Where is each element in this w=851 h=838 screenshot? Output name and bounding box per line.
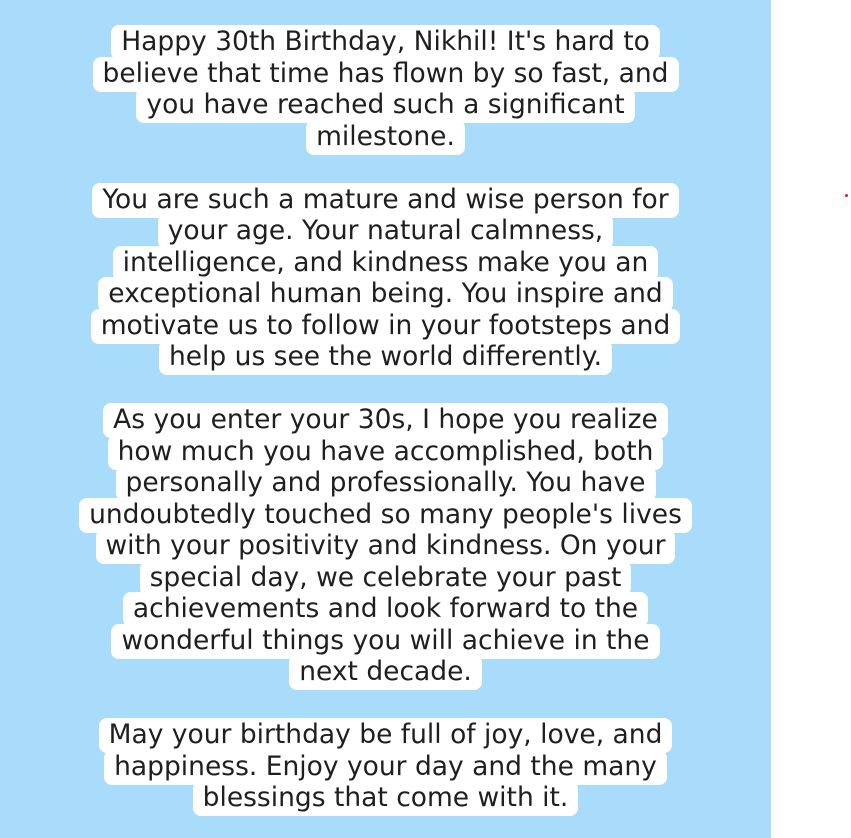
message-line: exceptional human being. You inspire and — [98, 277, 673, 312]
red-dot-marker — [845, 194, 848, 197]
message-line: personally and professionally. You have — [115, 466, 656, 501]
message-line: milestone. — [306, 119, 465, 155]
message-line: happiness. Enjoy your day and the many — [104, 749, 667, 785]
message-line: blessings that come with it. — [192, 781, 579, 816]
paragraph-qualities: You are such a mature and wise person fo… — [0, 182, 771, 375]
message-line: how much you have accomplished, both — [107, 434, 664, 470]
paragraph-wishes: May your birthday be full of joy, love, … — [0, 718, 771, 816]
message-line: Happy 30th Birthday, Nikhil! It's hard t… — [111, 25, 660, 60]
message-line: next decade. — [289, 655, 482, 690]
message-panel: Happy 30th Birthday, Nikhil! It's hard t… — [0, 0, 771, 838]
birthday-message: Happy 30th Birthday, Nikhil! It's hard t… — [0, 25, 771, 838]
message-line: You are such a mature and wise person fo… — [92, 182, 679, 218]
message-line: May your birthday be full of joy, love, … — [98, 718, 673, 753]
message-line: motivate us to follow in your footsteps … — [90, 308, 681, 344]
page: Happy 30th Birthday, Nikhil! It's hard t… — [0, 0, 851, 838]
paragraph-greeting: Happy 30th Birthday, Nikhil! It's hard t… — [0, 25, 771, 155]
message-line: special day, we celebrate your past — [139, 560, 632, 596]
message-line: As you enter your 30s, I hope you realiz… — [103, 403, 668, 438]
message-line: help us see the world differently. — [158, 340, 613, 375]
message-line: with your positivity and kindness. On yo… — [95, 529, 676, 564]
paragraph-accomplishments: As you enter your 30s, I hope you realiz… — [0, 403, 771, 690]
message-line: believe that time has flown by so fast, … — [92, 56, 679, 92]
message-line: undoubtedly touched so many people's liv… — [79, 497, 692, 533]
message-line: achievements and look forward to the — [122, 592, 649, 627]
message-line: your age. Your natural calmness, — [157, 214, 614, 249]
message-line: wonderful things you will achieve in the — [111, 623, 660, 659]
message-line: intelligence, and kindness make you an — [112, 245, 659, 281]
message-line: you have reached such a significant — [136, 88, 635, 123]
